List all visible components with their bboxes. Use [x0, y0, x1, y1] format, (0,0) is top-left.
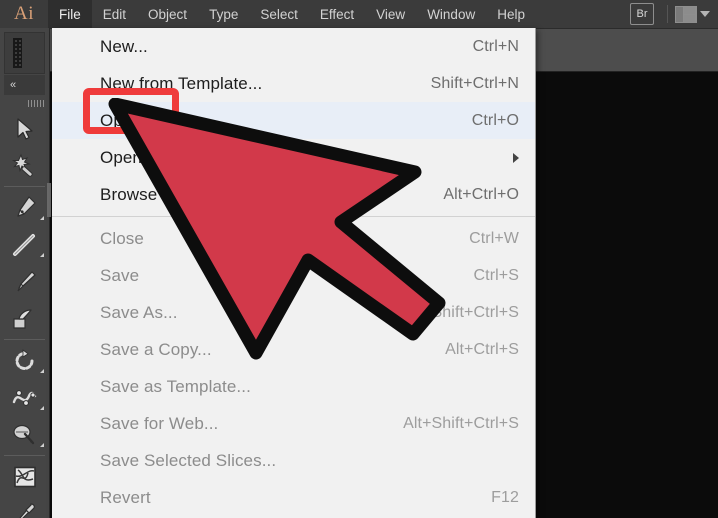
- width-warp-icon: [12, 389, 36, 406]
- tool-paintbrush[interactable]: [0, 263, 49, 300]
- blob-brush-icon: [13, 308, 32, 329]
- tool-shape-builder[interactable]: [0, 458, 49, 495]
- menu-bar-divider: [667, 5, 668, 23]
- tool-group-separator: [4, 455, 45, 456]
- menu-item-browse-in-bridge[interactable]: Browse in Bridge... Alt+Ctrl+O: [52, 176, 535, 213]
- menu-item-new[interactable]: New... Ctrl+N: [52, 28, 535, 65]
- file-menu-items: New... Ctrl+N New from Template... Shift+Ct…: [52, 28, 535, 518]
- menu-item-save-selected-slices: Save Selected Slices...: [52, 442, 535, 479]
- tools-panel: «: [0, 28, 51, 518]
- menu-item-label: Browse in Bridge...: [100, 184, 245, 204]
- magic-wand-icon: [11, 153, 33, 177]
- tool-pen[interactable]: [0, 189, 49, 226]
- menu-item-label: New...: [100, 36, 148, 56]
- menu-item-label: Save: [100, 265, 140, 285]
- flyout-indicator-icon: [40, 253, 44, 257]
- panel-drag-dots-icon: [28, 100, 45, 107]
- tool-rotate[interactable]: [0, 342, 49, 379]
- menu-item-label: Save for Web...: [100, 413, 219, 433]
- menu-item-close: Close Ctrl+W: [52, 220, 535, 257]
- menu-bar: Ai File Edit Object Type Select Effect View Win…: [0, 0, 718, 28]
- chevron-down-icon: [700, 11, 710, 17]
- menu-item-save-as: Save As... Shift+Ctrl+S: [52, 294, 535, 331]
- menu-bar-items: File Edit Object Type Select Effect View Window…: [48, 0, 536, 28]
- flyout-indicator-icon: [40, 216, 44, 220]
- app-logo-icon: Ai: [14, 3, 34, 24]
- menu-bar-item-effect[interactable]: Effect: [309, 0, 365, 28]
- menu-item-shortcut: Ctrl+W: [469, 229, 519, 247]
- menu-item-open-recent-files[interactable]: Open Recent Files: [52, 139, 535, 176]
- submenu-chevron-icon: [513, 152, 519, 163]
- menu-item-save-as-template: Save as Template...: [52, 368, 535, 405]
- pen-nib-icon: [16, 195, 36, 217]
- collapse-panel-button[interactable]: «: [4, 75, 45, 95]
- flyout-indicator-icon: [40, 443, 44, 447]
- menu-item-label: Open Recent Files: [100, 147, 243, 167]
- flyout-indicator-icon: [40, 369, 44, 373]
- menu-item-shortcut: F12: [491, 488, 519, 506]
- arrange-documents-button[interactable]: [675, 5, 710, 23]
- tool-line-segment[interactable]: [0, 226, 49, 263]
- menu-item-shortcut: Ctrl+O: [471, 111, 519, 129]
- menu-bar-item-view[interactable]: View: [365, 0, 416, 28]
- menu-item-label: Save As...: [100, 302, 178, 322]
- tool-free-transform[interactable]: [0, 416, 49, 453]
- tool-selection[interactable]: [0, 110, 49, 147]
- menu-item-shortcut: Alt+Shift+Ctrl+S: [403, 414, 519, 432]
- menu-bar-item-help[interactable]: Help: [486, 0, 536, 28]
- paintbrush-icon: [16, 270, 36, 291]
- tool-group-separator: [4, 339, 45, 340]
- tool-blob-brush[interactable]: [0, 300, 49, 337]
- menu-bar-item-object[interactable]: Object: [137, 0, 198, 28]
- menu-item-label: New from Template...: [100, 73, 263, 93]
- tools-panel-grip[interactable]: [4, 32, 45, 74]
- free-transform-icon: [13, 424, 35, 445]
- arrow-cursor-icon: [16, 117, 33, 140]
- menu-bar-item-select[interactable]: Select: [249, 0, 309, 28]
- menu-bar-item-edit[interactable]: Edit: [92, 0, 137, 28]
- menu-item-label: Revert: [100, 487, 151, 507]
- menu-item-label: Save Selected Slices...: [100, 450, 277, 470]
- line-segment-icon: [12, 233, 35, 256]
- grip-dots-icon: [13, 38, 22, 68]
- menu-item-shortcut: Alt+Ctrl+S: [445, 340, 519, 358]
- menu-item-label: Open...: [100, 110, 157, 130]
- shape-builder-icon: [13, 466, 36, 487]
- menu-item-open[interactable]: Open... Ctrl+O: [52, 102, 535, 139]
- menu-item-shortcut: Shift+Ctrl+N: [430, 74, 519, 92]
- menu-item-shortcut: Ctrl+S: [473, 266, 519, 284]
- eyedropper-icon: [18, 502, 35, 518]
- menu-item-new-from-template[interactable]: New from Template... Shift+Ctrl+N: [52, 65, 535, 102]
- menu-item-revert: Revert F12: [52, 479, 535, 516]
- menu-item-label: Close: [100, 228, 144, 248]
- tool-eyedropper[interactable]: [0, 495, 49, 518]
- tool-list: [0, 110, 49, 518]
- menu-separator: [52, 216, 535, 217]
- illustrator-window: Ai File Edit Object Type Select Effect View Win…: [0, 0, 718, 518]
- bridge-button[interactable]: Br: [630, 3, 654, 25]
- menu-bar-item-window[interactable]: Window: [416, 0, 486, 28]
- menu-item-shortcut: Ctrl+N: [472, 37, 519, 55]
- tool-group-separator: [4, 186, 45, 187]
- file-dropdown-menu: New... Ctrl+N New from Template... Shift+Ct…: [52, 28, 536, 518]
- flyout-indicator-icon: [40, 406, 44, 410]
- menu-item-label: Save a Copy...: [100, 339, 212, 359]
- tool-width[interactable]: [0, 379, 49, 416]
- menu-bar-item-file[interactable]: File: [48, 0, 92, 28]
- menu-item-shortcut: Alt+Ctrl+O: [443, 185, 519, 203]
- menu-item-save: Save Ctrl+S: [52, 257, 535, 294]
- menu-item-label: Save as Template...: [100, 376, 251, 396]
- menu-bar-item-type[interactable]: Type: [198, 0, 249, 28]
- rotate-arrow-icon: [15, 348, 33, 370]
- tool-magic-wand[interactable]: [0, 147, 49, 184]
- menu-item-shortcut: Shift+Ctrl+S: [431, 303, 519, 321]
- arrange-documents-icon: [675, 5, 697, 23]
- menu-item-save-for-web: Save for Web... Alt+Shift+Ctrl+S: [52, 405, 535, 442]
- menu-item-save-a-copy: Save a Copy... Alt+Ctrl+S: [52, 331, 535, 368]
